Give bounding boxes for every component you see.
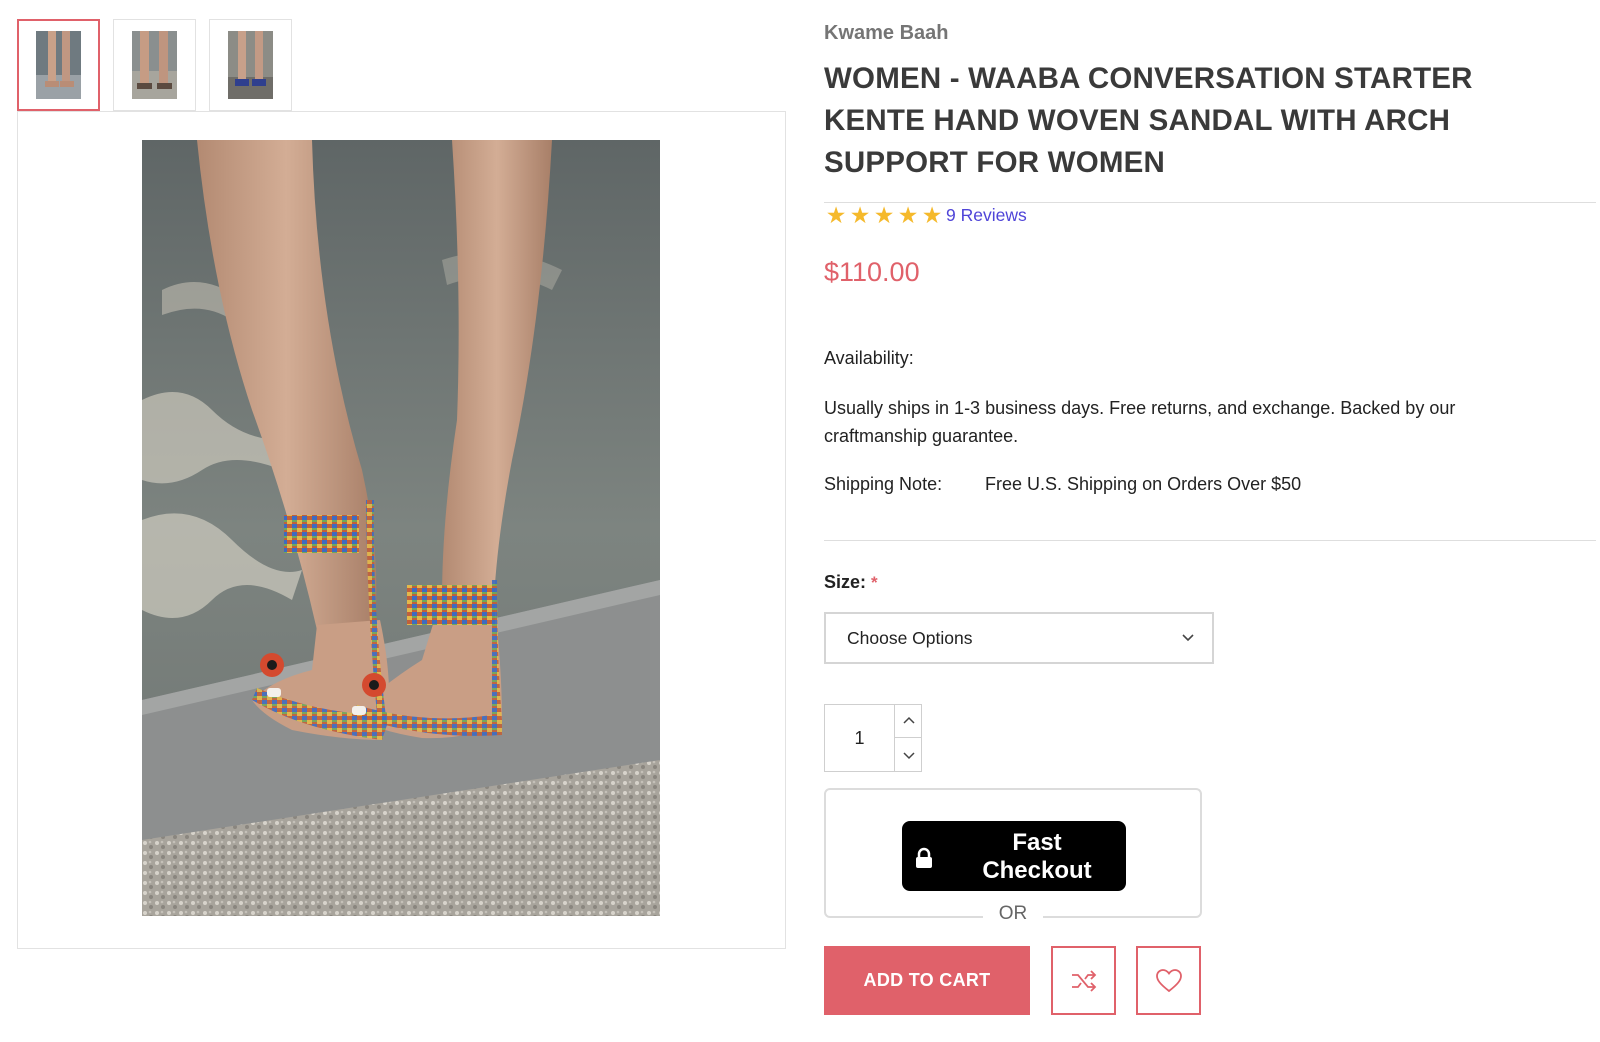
thumbnail-3[interactable] [209, 19, 292, 111]
reviews-link[interactable]: 9 Reviews [946, 205, 1027, 226]
divider [824, 540, 1596, 541]
fast-checkout-label: Fast Checkout [952, 829, 1122, 885]
main-image-panel [17, 111, 786, 949]
shuffle-compare-icon [1071, 969, 1096, 992]
thumbnail-image [228, 31, 273, 99]
quantity-stepper [824, 704, 922, 772]
size-label: Size: * [824, 572, 878, 593]
required-mark: * [871, 573, 878, 592]
size-select-value: Choose Options [847, 627, 973, 648]
brand-name[interactable]: Kwame Baah [824, 22, 949, 45]
fast-checkout-button[interactable]: Fast Checkout [902, 821, 1126, 891]
chevron-down-icon [1182, 634, 1194, 642]
quantity-increase-button[interactable] [894, 705, 922, 738]
star-icon: ★ [825, 202, 847, 228]
compare-button[interactable] [1051, 946, 1116, 1015]
size-label-text: Size: [824, 572, 867, 592]
fast-checkout-box: Fast Checkout [824, 788, 1202, 918]
chevron-up-icon [902, 716, 915, 724]
star-icon: ★ [897, 202, 919, 228]
thumbnail-image [132, 31, 177, 99]
size-select[interactable]: Choose Options [824, 612, 1214, 664]
chevron-down-icon [902, 751, 915, 759]
star-icon: ★ [849, 202, 871, 228]
heart-wishlist-icon [1155, 968, 1182, 992]
thumbnail-1[interactable] [17, 19, 100, 111]
lock-icon [916, 847, 932, 868]
add-to-cart-button[interactable]: ADD TO CART [824, 946, 1030, 1015]
shipping-description: Usually ships in 1-3 business days. Free… [824, 398, 1456, 446]
rating-row: ★ ★ ★ ★ ★ 9 Reviews [824, 203, 1027, 227]
fast-checkout-line-1: Fast [1012, 829, 1062, 856]
thumbnail-2[interactable] [113, 19, 196, 111]
shipping-note-label: Shipping Note: [824, 474, 943, 494]
star-icon: ★ [921, 202, 943, 228]
product-title: WOMEN - WAABA CONVERSATION STARTER KENTE… [824, 62, 1473, 179]
thumbnail-image [36, 31, 81, 99]
shipping-note-value: Free U.S. Shipping on Orders Over $50 [985, 474, 1302, 494]
fast-checkout-line-2: Checkout [982, 857, 1092, 884]
product-price: $110.00 [824, 257, 920, 287]
quantity-decrease-button[interactable] [894, 738, 922, 771]
star-icon: ★ [873, 202, 895, 228]
or-separator: OR [983, 903, 1043, 925]
availability-label: Availability: [824, 348, 914, 368]
product-main-image[interactable] [142, 140, 660, 916]
star-rating: ★ ★ ★ ★ ★ [824, 203, 944, 227]
quantity-input[interactable] [825, 705, 894, 771]
wishlist-button[interactable] [1136, 946, 1201, 1015]
